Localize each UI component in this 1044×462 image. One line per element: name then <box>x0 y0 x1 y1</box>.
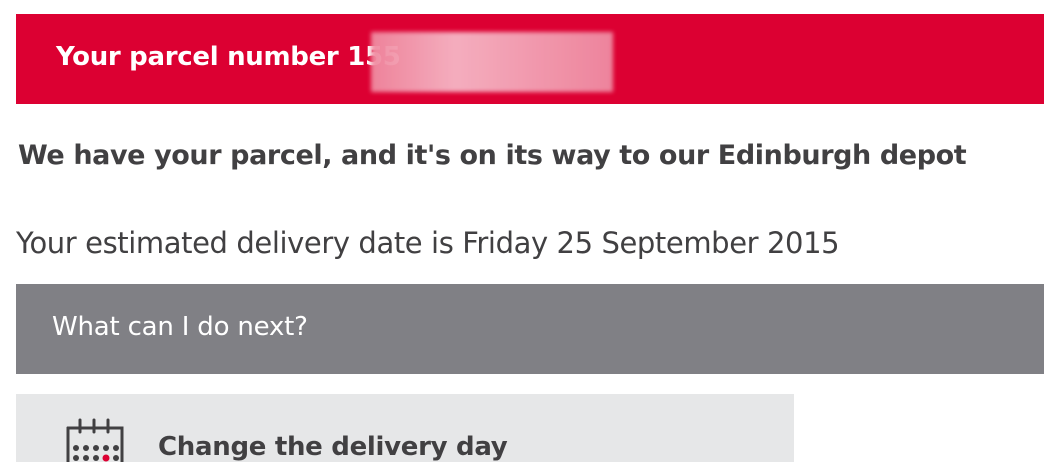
next-steps-header[interactable]: What can I do next? <box>16 284 1044 374</box>
calendar-icon <box>66 418 124 462</box>
parcel-number-banner: Your parcel number 155 <box>16 14 1044 104</box>
change-delivery-day-option[interactable]: Change the delivery day <box>16 394 794 462</box>
parcel-number-title: Your parcel number 155 <box>56 42 401 72</box>
estimated-delivery-date: Your estimated delivery date is Friday 2… <box>16 226 840 260</box>
redacted-parcel-number <box>371 32 613 92</box>
change-delivery-day-label: Change the delivery day <box>158 432 508 462</box>
parcel-status-message: We have your parcel, and it's on its way… <box>18 140 967 171</box>
next-steps-title: What can I do next? <box>52 312 308 342</box>
parcel-tracking-page: Your parcel number 155 We have your parc… <box>0 0 1044 462</box>
